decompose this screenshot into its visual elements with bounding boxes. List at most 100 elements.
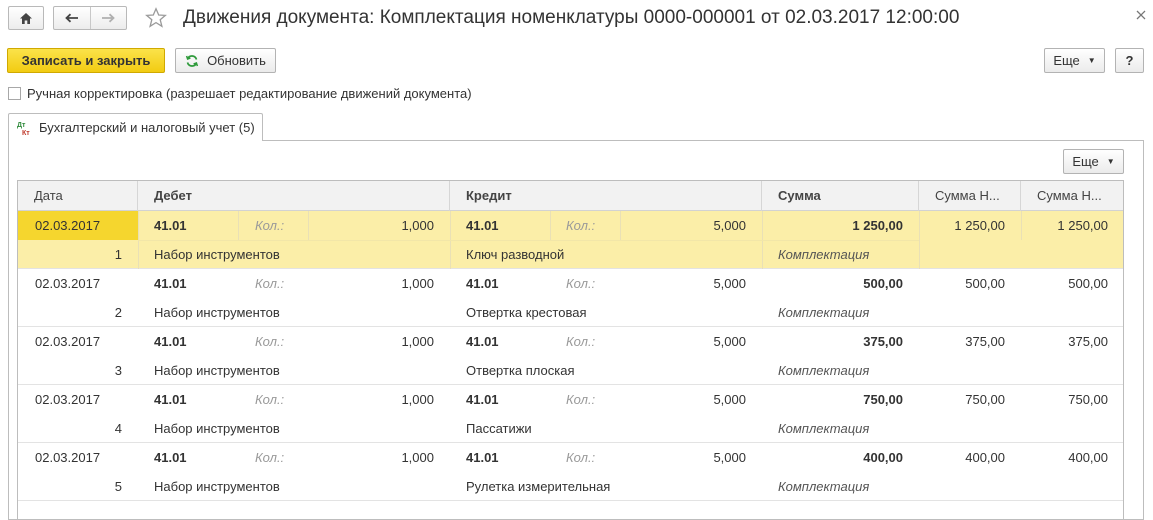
home-button[interactable]	[8, 6, 44, 30]
date-cell: 02.03.2017	[35, 392, 101, 407]
debit-account-cell: 41.01	[154, 450, 187, 465]
refresh-button[interactable]: Обновить	[175, 48, 276, 73]
debit-qty-cell: 1,000	[401, 334, 434, 349]
credit-account-cell: 41.01	[466, 276, 499, 291]
sum-nu-cell: 375,00	[965, 334, 1005, 349]
column-sum[interactable]: Сумма	[762, 181, 919, 211]
credit-qty-label: Кол.:	[566, 392, 596, 407]
sum-cell: 500,00	[863, 276, 903, 291]
sum-nu-cell: 1 250,00	[954, 218, 1005, 233]
debit-qty-label: Кол.:	[255, 392, 285, 407]
column-credit[interactable]: Кредит	[450, 181, 762, 211]
credit-qty-cell: 5,000	[713, 218, 746, 233]
sum-cell: 1 250,00	[852, 218, 903, 233]
debit-account-cell: 41.01	[154, 276, 187, 291]
credit-account-cell: 41.01	[466, 450, 499, 465]
credit-account-cell: 41.01	[466, 334, 499, 349]
forward-button[interactable]	[89, 7, 127, 29]
star-icon	[145, 7, 167, 29]
debit-qty-label: Кол.:	[255, 218, 285, 233]
sum-nu2-cell: 500,00	[1068, 276, 1108, 291]
content-cell: Комплектация	[778, 479, 870, 494]
sum-nu2-cell: 1 250,00	[1057, 218, 1108, 233]
page-title: Движения документа: Комплектация номенкл…	[183, 7, 960, 28]
table-more-button[interactable]: Еще ▼	[1063, 149, 1124, 174]
cell-divider	[238, 211, 239, 240]
debit-qty-label: Кол.:	[255, 334, 285, 349]
debit-account-cell: 41.01	[154, 334, 187, 349]
svg-text:Дт: Дт	[17, 122, 26, 129]
credit-qty-cell: 5,000	[713, 392, 746, 407]
save-and-close-button[interactable]: Записать и закрыть	[7, 48, 165, 73]
chevron-down-icon: ▼	[1106, 157, 1115, 166]
sum-cell: 750,00	[863, 392, 903, 407]
row-number-cell: 4	[114, 421, 122, 436]
table-row[interactable]: 02.03.2017 1 41.01 Кол.: 1,000 Набор инструме…	[18, 211, 1123, 269]
refresh-label: Обновить	[207, 53, 266, 68]
sum-nu-cell: 500,00	[965, 276, 1005, 291]
date-cell: 02.03.2017	[35, 334, 101, 349]
column-sum-nu[interactable]: Сумма Н...	[919, 181, 1021, 211]
manual-edit-checkbox[interactable]	[8, 87, 21, 100]
credit-qty-label: Кол.:	[566, 218, 596, 233]
sum-cell: 375,00	[863, 334, 903, 349]
credit-item-cell: Отвертка крестовая	[466, 305, 587, 320]
column-debit[interactable]: Дебет	[138, 181, 450, 211]
arrow-left-icon	[64, 13, 79, 23]
debit-account-cell: 41.01	[154, 392, 187, 407]
table-row[interactable]: 02.03.2017 4 41.01 Кол.: 1,000 Набор инструме…	[18, 385, 1123, 443]
debit-qty-cell: 1,000	[401, 450, 434, 465]
more-button[interactable]: Еще ▼	[1044, 48, 1105, 73]
tab-accounting[interactable]: Дт Кт Бухгалтерский и налоговый учет (5)	[8, 113, 263, 141]
manual-edit-label[interactable]: Ручная корректировка (разрешает редактир…	[27, 86, 472, 101]
back-button[interactable]	[54, 7, 90, 29]
column-date[interactable]: Дата	[18, 181, 138, 211]
close-button[interactable]	[1134, 8, 1148, 22]
sum-nu2-cell: 400,00	[1068, 450, 1108, 465]
credit-qty-cell: 5,000	[713, 276, 746, 291]
debit-item-cell: Набор инструментов	[154, 305, 280, 320]
arrow-right-icon	[101, 13, 116, 23]
title-bar: Движения документа: Комплектация номенкл…	[0, 0, 1153, 38]
sum-nu2-cell: 375,00	[1068, 334, 1108, 349]
debit-qty-cell: 1,000	[401, 392, 434, 407]
cell-divider	[308, 211, 309, 240]
date-cell: 02.03.2017	[35, 450, 101, 465]
debit-qty-cell: 1,000	[401, 218, 434, 233]
row-number-cell: 3	[114, 363, 122, 378]
debit-account-cell: 41.01	[154, 218, 187, 233]
close-icon	[1136, 10, 1146, 20]
cell-divider	[550, 211, 551, 240]
column-sum-nu2[interactable]: Сумма Н...	[1021, 181, 1123, 211]
navigation-buttons	[53, 6, 127, 30]
credit-qty-label: Кол.:	[566, 450, 596, 465]
favorite-button[interactable]	[144, 5, 168, 31]
cell-divider	[1021, 211, 1022, 240]
home-icon	[19, 12, 33, 25]
debit-item-cell: Набор инструментов	[154, 247, 280, 262]
credit-qty-label: Кол.:	[566, 334, 596, 349]
row-number-cell: 5	[114, 479, 122, 494]
help-button[interactable]: ?	[1115, 48, 1144, 73]
credit-account-cell: 41.01	[466, 218, 499, 233]
credit-qty-label: Кол.:	[566, 276, 596, 291]
row-number-cell: 1	[114, 247, 122, 262]
table-more-label: Еще	[1072, 154, 1099, 169]
dt-kt-icon: Дт Кт	[17, 120, 33, 136]
movements-table: Дата Дебет Кредит Сумма Сумма Н... Сумма…	[17, 180, 1124, 520]
debit-qty-label: Кол.:	[255, 276, 285, 291]
debit-item-cell: Набор инструментов	[154, 479, 280, 494]
table-row[interactable]: 02.03.2017 3 41.01 Кол.: 1,000 Набор инструме…	[18, 327, 1123, 385]
table-row[interactable]: 02.03.2017 2 41.01 Кол.: 1,000 Набор инструме…	[18, 269, 1123, 327]
debit-item-cell: Набор инструментов	[154, 363, 280, 378]
date-cell: 02.03.2017	[35, 276, 101, 291]
debit-qty-label: Кол.:	[255, 450, 285, 465]
debit-item-cell: Набор инструментов	[154, 421, 280, 436]
sum-cell: 400,00	[863, 450, 903, 465]
content-cell: Комплектация	[778, 421, 870, 436]
debit-qty-cell: 1,000	[401, 276, 434, 291]
refresh-icon	[185, 54, 199, 68]
table-row[interactable]: 02.03.2017 5 41.01 Кол.: 1,000 Набор инструме…	[18, 443, 1123, 501]
table-header: Дата Дебет Кредит Сумма Сумма Н... Сумма…	[18, 181, 1123, 211]
sum-nu2-cell: 750,00	[1068, 392, 1108, 407]
